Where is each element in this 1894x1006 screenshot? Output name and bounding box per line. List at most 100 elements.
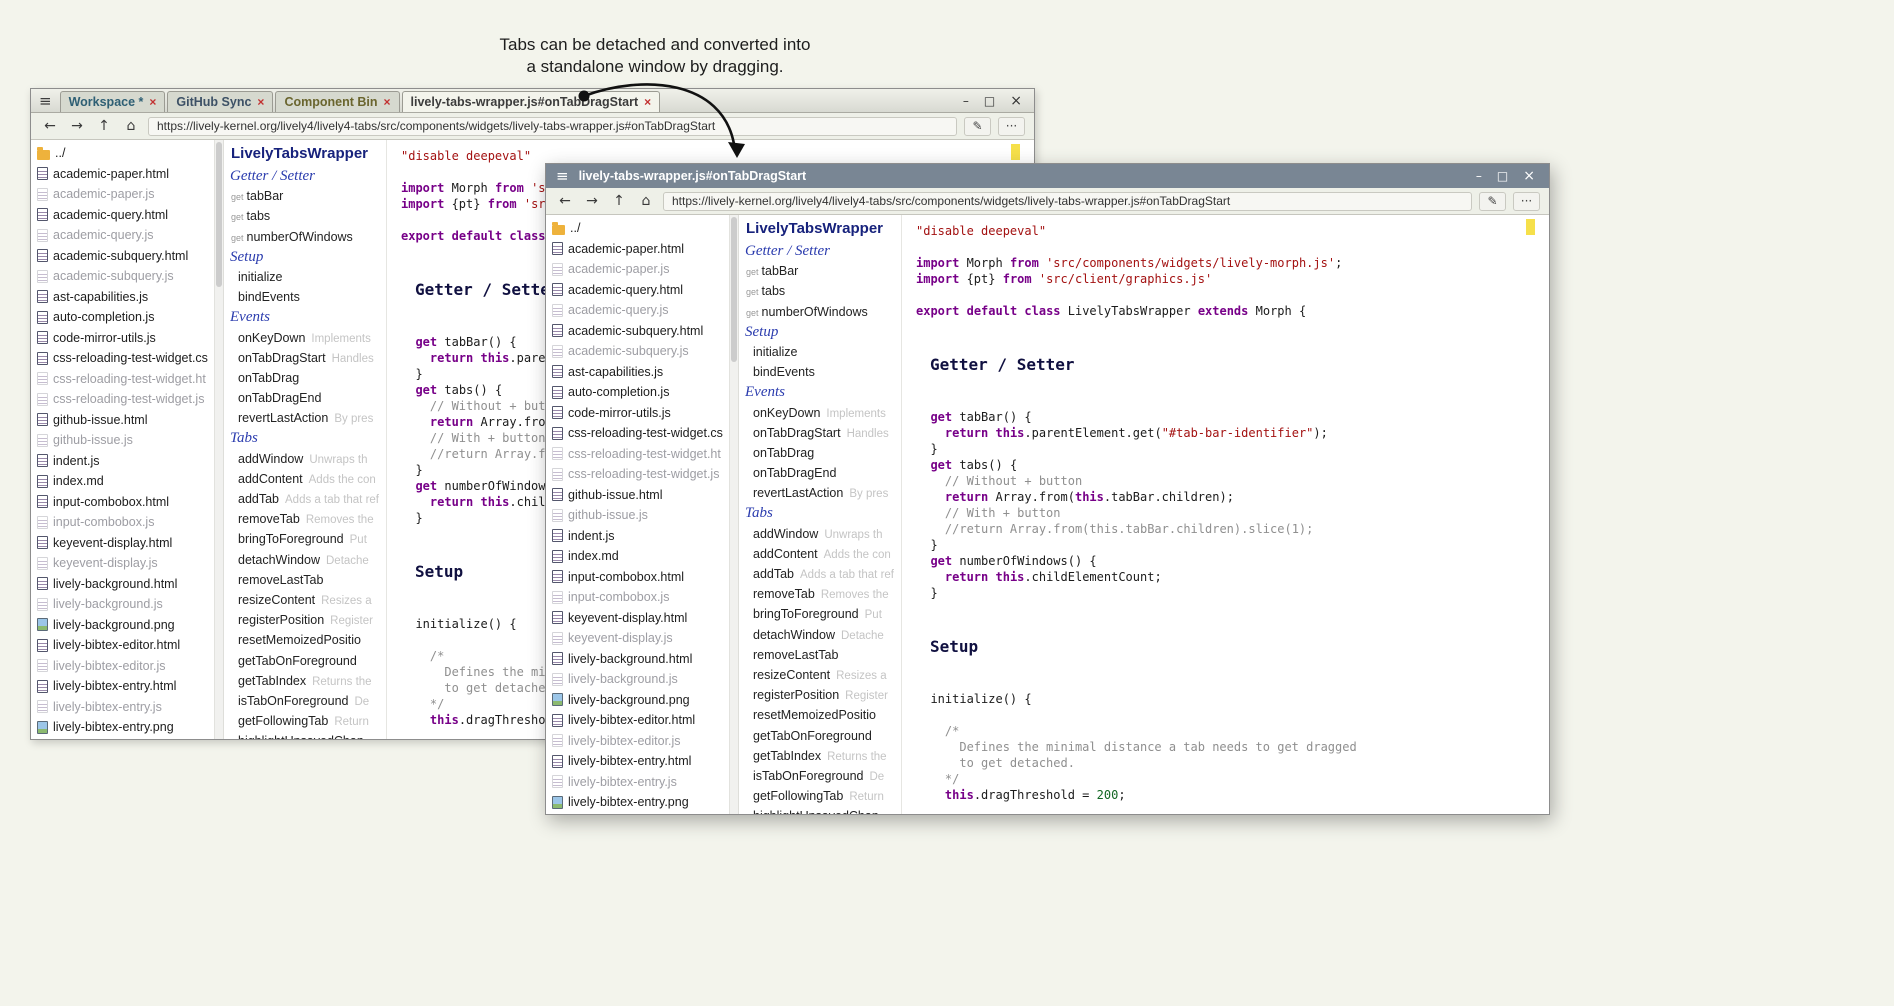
outline-item[interactable]: Events [230, 307, 386, 327]
tab-component-bin[interactable]: Component Bin × [275, 91, 399, 112]
scrollbar-thumb[interactable] [216, 142, 222, 287]
outline-item[interactable]: addWindowUnwraps th [745, 524, 901, 544]
file-item[interactable]: auto-completion.js [31, 307, 213, 328]
file-item[interactable]: academic-paper.html [31, 164, 213, 185]
outline-item[interactable]: bringToForegroundPut [230, 529, 386, 549]
outline-item[interactable]: registerPositionRegister [230, 610, 386, 630]
tab-close-icon[interactable]: × [149, 95, 156, 109]
file-item[interactable]: academic-query.js [31, 225, 213, 246]
outline-item[interactable]: Getter / Setter [230, 166, 386, 186]
outline-item[interactable]: Tabs [745, 503, 901, 523]
file-item[interactable]: academic-paper.html [546, 239, 728, 260]
outline-item[interactable]: isTabOnForegroundDe [230, 691, 386, 711]
outline-item[interactable]: removeLastTab [230, 570, 386, 590]
minimize-icon[interactable]: – [963, 94, 969, 108]
file-item[interactable]: lively-background.js [546, 669, 728, 690]
class-name[interactable]: LivelyTabsWrapper [745, 219, 901, 241]
scrollbar[interactable] [214, 140, 223, 739]
outline-item[interactable]: resetMemoizedPositio [230, 630, 386, 650]
code-editor[interactable]: "disable deepeval"import Morph from 'src… [902, 215, 1549, 814]
file-item[interactable]: input-combobox.html [546, 567, 728, 588]
tab-lively-tabs-wrapper[interactable]: lively-tabs-wrapper.js#onTabDragStart × [402, 91, 661, 112]
file-item[interactable]: lively-bibtex-entry.js [546, 772, 728, 793]
file-item[interactable]: input-combobox.js [546, 587, 728, 608]
outline-item[interactable]: onTabDrag [230, 368, 386, 388]
outline-item[interactable]: onTabDrag [745, 443, 901, 463]
outline-item[interactable]: onKeyDownImplements [745, 403, 901, 423]
outline-item[interactable]: removeTabRemoves the [745, 584, 901, 604]
file-item[interactable]: academic-query.html [546, 280, 728, 301]
outline-item[interactable]: gettabBar [230, 186, 386, 206]
outline-item[interactable]: addTabAdds a tab that ref [230, 489, 386, 509]
file-item[interactable]: lively-bibtex-entry.png [31, 717, 213, 738]
outline-item[interactable]: getTabIndexReturns the [745, 746, 901, 766]
tab-close-icon[interactable]: × [257, 95, 264, 109]
file-item[interactable]: academic-subquery.js [31, 266, 213, 287]
file-item[interactable]: lively-bibtex-editor.html [546, 710, 728, 731]
outline-item[interactable]: removeTabRemoves the [230, 509, 386, 529]
outline-item[interactable]: Setup [745, 322, 901, 342]
home-button[interactable]: ⌂ [636, 193, 656, 209]
outline-item[interactable]: getnumberOfWindows [230, 227, 386, 247]
file-item[interactable]: lively-background.html [546, 649, 728, 670]
file-item[interactable]: indent.js [31, 451, 213, 472]
scrollbar[interactable] [729, 215, 738, 814]
file-item[interactable]: css-reloading-test-widget.cs [31, 348, 213, 369]
file-item[interactable]: index.md [546, 546, 728, 567]
outline-item[interactable]: gettabs [745, 281, 901, 301]
file-item[interactable]: academic-subquery.js [546, 341, 728, 362]
file-item[interactable]: ast-capabilities.js [546, 362, 728, 383]
minimize-icon[interactable]: – [1476, 169, 1482, 183]
file-item[interactable]: keyevent-display.js [31, 553, 213, 574]
file-item[interactable]: lively-bibtex-editor.js [31, 656, 213, 677]
file-item[interactable]: code-mirror-utils.js [546, 403, 728, 424]
file-item[interactable]: academic-query.js [546, 300, 728, 321]
tab-close-icon[interactable]: × [383, 95, 390, 109]
tab-workspace[interactable]: Workspace * × [60, 91, 166, 112]
outline-item[interactable]: revertLastActionBy pres [230, 408, 386, 428]
outline-item[interactable]: onTabDragStartHandles [745, 423, 901, 443]
close-icon[interactable]: × [1523, 168, 1535, 184]
file-item[interactable]: github-issue.html [546, 485, 728, 506]
file-item[interactable]: lively-bibtex-entry.html [546, 751, 728, 772]
outline-item[interactable]: onTabDragEnd [745, 463, 901, 483]
outline-item[interactable]: initialize [230, 267, 386, 287]
outline-item[interactable]: detachWindowDetache [745, 625, 901, 645]
url-input[interactable] [663, 192, 1472, 211]
outline-item[interactable]: Events [745, 382, 901, 402]
menu-icon[interactable]: ≡ [556, 167, 569, 185]
outline-item[interactable]: getFollowingTabReturn [230, 711, 386, 731]
outline-item[interactable]: getFollowingTabReturn [745, 786, 901, 806]
url-input[interactable] [148, 117, 957, 136]
file-item[interactable]: academic-paper.js [546, 259, 728, 280]
file-item[interactable]: keyevent-display.html [31, 533, 213, 554]
back-button[interactable]: ← [40, 118, 60, 134]
file-item[interactable]: css-reloading-test-widget.cs [546, 423, 728, 444]
class-name[interactable]: LivelyTabsWrapper [230, 144, 386, 166]
file-item[interactable]: ../ [546, 218, 728, 239]
file-item[interactable]: lively-bibtex-entry.js [31, 697, 213, 718]
file-item[interactable]: css-reloading-test-widget.ht [31, 369, 213, 390]
edit-button[interactable]: ✎ [964, 117, 991, 136]
outline-item[interactable]: Setup [230, 247, 386, 267]
outline-item[interactable]: bindEvents [230, 287, 386, 307]
outline-item[interactable]: onTabDragEnd [230, 388, 386, 408]
outline-item[interactable]: resizeContentResizes a [745, 665, 901, 685]
file-item[interactable]: ast-capabilities.js [31, 287, 213, 308]
file-item[interactable]: github-issue.js [546, 505, 728, 526]
tab-close-icon[interactable]: × [644, 95, 651, 109]
file-item[interactable]: code-mirror-utils.js [31, 328, 213, 349]
file-item[interactable]: indent.js [546, 526, 728, 547]
outline-item[interactable]: getTabOnForeground [230, 651, 386, 671]
maximize-icon[interactable]: □ [984, 94, 995, 108]
file-item[interactable]: input-combobox.html [31, 492, 213, 513]
file-item[interactable]: lively-background.png [546, 690, 728, 711]
outline-item[interactable]: Getter / Setter [745, 241, 901, 261]
file-item[interactable]: input-combobox.js [31, 512, 213, 533]
file-item[interactable]: lively-bibtex-editor.html [31, 635, 213, 656]
outline-item[interactable]: highlightUnsavedChan [745, 806, 901, 814]
outline-item[interactable]: isTabOnForegroundDe [745, 766, 901, 786]
outline-item[interactable]: gettabs [230, 206, 386, 226]
more-button[interactable]: ··· [1513, 192, 1540, 211]
edit-button[interactable]: ✎ [1479, 192, 1506, 211]
